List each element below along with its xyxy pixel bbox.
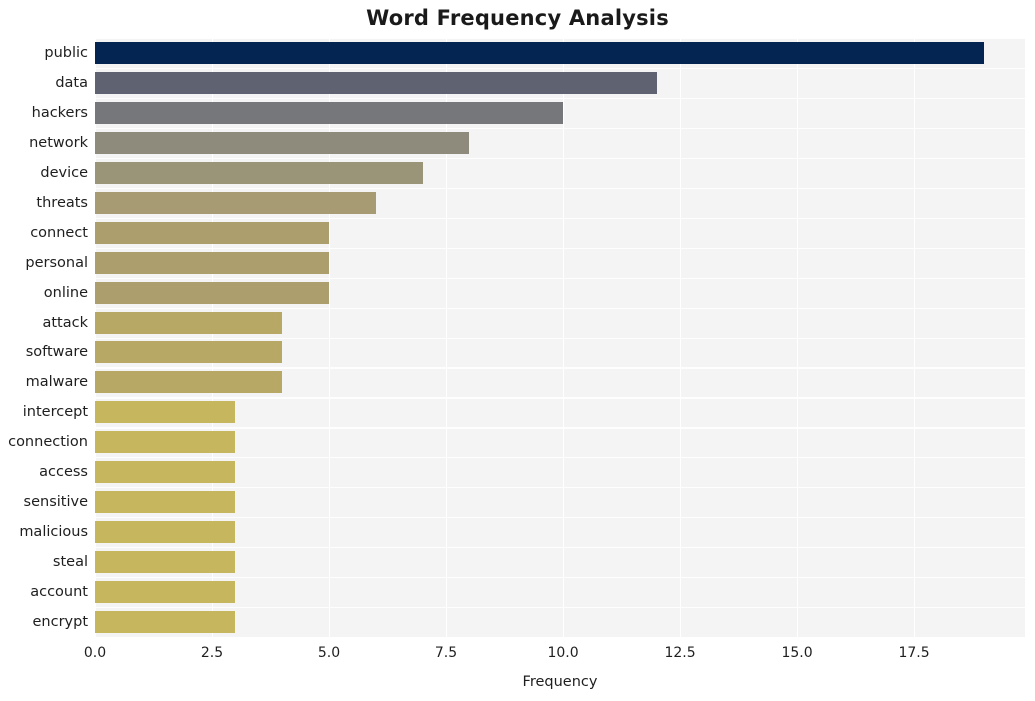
bar bbox=[95, 431, 236, 454]
y-axis-tick-label: personal bbox=[25, 254, 88, 271]
y-axis-tick-label: intercept bbox=[22, 404, 88, 421]
horizontal-gridline bbox=[95, 67, 1025, 70]
y-axis-tick-label: threats bbox=[36, 194, 88, 211]
y-axis-tick-label: public bbox=[44, 44, 88, 61]
bar bbox=[95, 311, 283, 334]
y-axis-tick-label: attack bbox=[42, 314, 88, 331]
horizontal-gridline bbox=[95, 427, 1025, 429]
bar bbox=[95, 251, 330, 274]
horizontal-gridline bbox=[95, 487, 1025, 489]
vertical-gridline bbox=[446, 38, 448, 637]
y-axis-tick-label: device bbox=[40, 164, 88, 181]
y-axis-tick-label: connect bbox=[30, 224, 88, 241]
horizontal-gridline bbox=[95, 217, 1025, 219]
vertical-gridline bbox=[329, 38, 331, 637]
x-axis-tick-label: 10.0 bbox=[547, 645, 579, 661]
bar bbox=[95, 371, 283, 394]
bar bbox=[95, 281, 330, 304]
vertical-gridline bbox=[212, 38, 214, 637]
bar bbox=[95, 521, 236, 544]
vertical-gridline bbox=[914, 38, 916, 637]
horizontal-gridline bbox=[95, 187, 1025, 189]
bar bbox=[95, 191, 376, 214]
horizontal-gridline bbox=[95, 547, 1025, 549]
vertical-gridline bbox=[680, 38, 682, 637]
horizontal-gridline bbox=[95, 577, 1025, 579]
y-axis-tick-label: malware bbox=[25, 374, 88, 391]
y-axis-tick-label: steal bbox=[52, 554, 88, 571]
word-frequency-chart: Word Frequency Analysis public data hacker… bbox=[0, 0, 1035, 701]
horizontal-gridline bbox=[95, 367, 1025, 369]
x-axis-tick-label: 2.5 bbox=[200, 645, 224, 661]
bar bbox=[95, 461, 236, 484]
bar bbox=[95, 41, 985, 64]
chart-title: Word Frequency Analysis bbox=[366, 6, 669, 30]
vertical-gridline bbox=[797, 38, 799, 637]
x-axis-label: Frequency bbox=[522, 674, 598, 690]
x-axis-tick-label: 15.0 bbox=[781, 645, 813, 661]
horizontal-gridline bbox=[95, 517, 1025, 519]
y-axis-tick-label: encrypt bbox=[32, 614, 88, 631]
bar bbox=[95, 581, 236, 604]
bar bbox=[95, 401, 236, 424]
y-axis-tick-label: malicious bbox=[19, 524, 88, 541]
bar bbox=[95, 131, 470, 154]
horizontal-gridline bbox=[95, 247, 1025, 249]
bar bbox=[95, 71, 657, 94]
y-axis-tick-label: data bbox=[55, 74, 88, 91]
y-axis-tick-label: hackers bbox=[31, 104, 88, 121]
x-axis-tick-label: 5.0 bbox=[317, 645, 341, 661]
bar bbox=[95, 221, 330, 244]
x-axis-tick-label: 12.5 bbox=[664, 645, 696, 661]
bar bbox=[95, 101, 564, 124]
horizontal-gridline bbox=[95, 457, 1025, 459]
bar bbox=[95, 611, 236, 634]
bar bbox=[95, 491, 236, 514]
vertical-gridline bbox=[95, 38, 97, 637]
vertical-gridline bbox=[563, 38, 565, 637]
y-axis-labels: public data hackers network device threats con… bbox=[0, 38, 88, 637]
y-axis-tick-label: account bbox=[30, 584, 88, 601]
horizontal-gridline bbox=[95, 277, 1025, 279]
x-axis-tick-label: 0.0 bbox=[83, 645, 107, 661]
horizontal-gridline bbox=[95, 38, 1025, 40]
y-axis-tick-label: software bbox=[25, 344, 88, 361]
y-axis-tick-label: access bbox=[39, 464, 88, 481]
x-axis-tick-label: 7.5 bbox=[434, 645, 458, 661]
horizontal-gridline bbox=[95, 307, 1025, 309]
y-axis-tick-label: online bbox=[43, 284, 88, 301]
horizontal-gridline bbox=[95, 397, 1025, 399]
horizontal-gridline bbox=[95, 337, 1025, 339]
bar bbox=[95, 341, 283, 364]
horizontal-gridline bbox=[95, 607, 1025, 609]
y-axis-tick-label: sensitive bbox=[23, 494, 88, 511]
y-axis-tick-label: connection bbox=[8, 434, 88, 451]
horizontal-gridline bbox=[95, 97, 1025, 100]
horizontal-gridline bbox=[95, 127, 1025, 130]
x-axis-tick-label: 17.5 bbox=[898, 645, 930, 661]
bar bbox=[95, 551, 236, 574]
bar bbox=[95, 161, 423, 184]
plot-area bbox=[95, 38, 1025, 637]
y-axis-tick-label: network bbox=[29, 134, 88, 151]
horizontal-gridline bbox=[95, 157, 1025, 159]
